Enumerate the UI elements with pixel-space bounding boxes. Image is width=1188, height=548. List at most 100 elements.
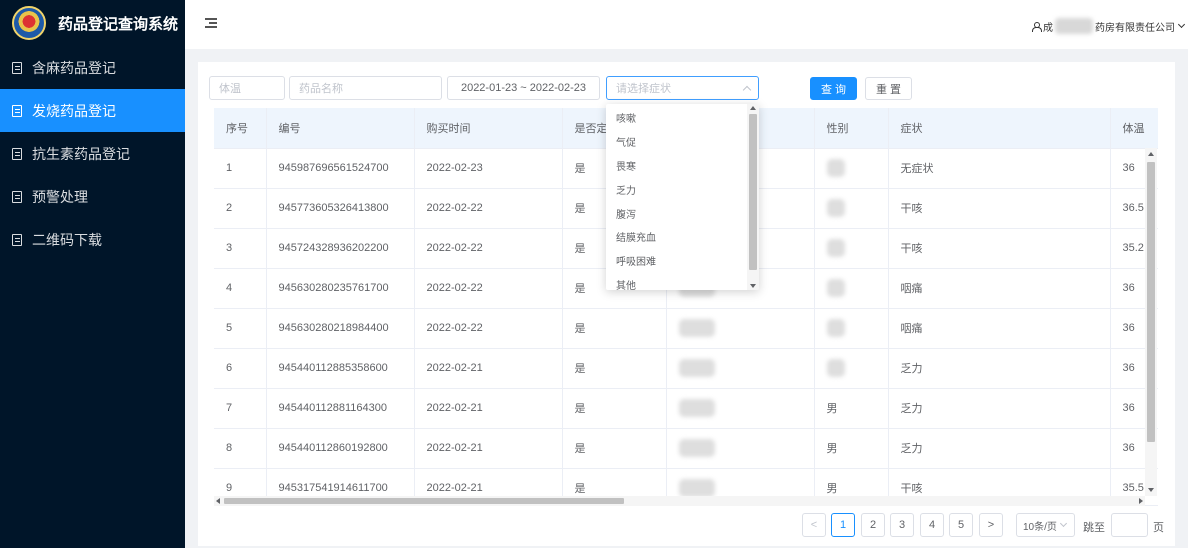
table-row[interactable]: 8 945440112860192800 2022-02-21 是 男 乏力 3… <box>214 428 1158 469</box>
next-page-button[interactable]: > <box>979 513 1003 537</box>
column-header[interactable]: 购买时间 <box>414 108 563 149</box>
cell-flag: 是 <box>562 348 667 389</box>
scrollbar-thumb[interactable] <box>749 114 757 270</box>
scroll-down-arrow-icon[interactable] <box>1148 488 1154 492</box>
symptom-option[interactable]: 腹泻 <box>606 201 759 225</box>
cell-time: 2022-02-21 <box>414 388 563 429</box>
symptom-dropdown: 咳嗽 气促 畏寒 乏力 腹泻 结膜充血 呼吸困难 其他 <box>606 104 759 290</box>
cell-flag: 是 <box>562 308 667 349</box>
cell-time: 2022-02-22 <box>414 308 563 349</box>
symptom-option[interactable]: 畏寒 <box>606 154 759 178</box>
cell-gender <box>814 308 889 349</box>
police-emblem-logo <box>12 6 46 40</box>
page-button-2[interactable]: 2 <box>861 513 885 537</box>
symptom-option[interactable]: 呼吸困难 <box>606 249 759 273</box>
table-vertical-scrollbar[interactable] <box>1145 148 1157 496</box>
column-header[interactable]: 编号 <box>266 108 415 149</box>
cell-time: 2022-02-21 <box>414 348 563 389</box>
column-header[interactable]: 体温 <box>1110 108 1158 149</box>
scroll-left-arrow-icon[interactable] <box>216 498 220 504</box>
redacted-block <box>826 279 845 297</box>
user-menu[interactable]: 成 药房有限责任公司 <box>1031 18 1186 34</box>
symptom-option[interactable]: 其他 <box>606 273 759 290</box>
jump-page-input[interactable] <box>1111 513 1148 537</box>
document-icon <box>12 190 22 203</box>
cell-redacted <box>666 348 815 389</box>
table-row[interactable]: 7 945440112881164300 2022-02-21 是 男 乏力 3… <box>214 388 1158 429</box>
cell-gender <box>814 188 889 229</box>
cell-index: 6 <box>214 348 267 389</box>
redacted-block <box>826 359 845 377</box>
page-size-select[interactable]: 10条/页 <box>1016 513 1075 537</box>
sidebar-item-fever-registration[interactable]: 发烧药品登记 <box>0 89 185 132</box>
scroll-down-arrow-icon[interactable] <box>750 284 756 288</box>
symptom-option[interactable]: 结膜充血 <box>606 225 759 249</box>
cell-gender: 男 <box>814 388 889 429</box>
redacted-block <box>678 359 715 377</box>
cell-symptom: 干咳 <box>888 228 1111 269</box>
column-header[interactable]: 序号 <box>214 108 267 149</box>
dropdown-scrollbar[interactable] <box>747 104 759 290</box>
symptom-option[interactable]: 气促 <box>606 130 759 154</box>
cell-flag: 是 <box>562 388 667 429</box>
sidebar-item-warning[interactable]: 预警处理 <box>0 175 185 218</box>
sidebar-item-label: 预警处理 <box>32 188 88 205</box>
cell-index: 1 <box>214 148 267 189</box>
cell-code: 945440112885358600 <box>266 348 415 389</box>
cell-index: 5 <box>214 308 267 349</box>
cell-redacted <box>666 428 815 469</box>
cell-code: 945440112881164300 <box>266 388 415 429</box>
column-header[interactable]: 性别 <box>814 108 889 149</box>
temperature-input[interactable]: 体温 <box>209 76 285 100</box>
menu-fold-icon[interactable] <box>205 18 217 28</box>
reset-button[interactable]: 重 置 <box>865 77 912 100</box>
table-row[interactable]: 6 945440112885358600 2022-02-21 是 乏力 36 <box>214 348 1158 389</box>
redacted-block <box>678 479 715 497</box>
page-button-1[interactable]: 1 <box>831 513 855 537</box>
user-name-suffix: 药房有限责任公司 <box>1095 22 1175 34</box>
brand: 药品登记查询系统 <box>0 0 185 46</box>
prev-page-button[interactable]: < <box>802 513 826 537</box>
scrollbar-thumb[interactable] <box>1147 162 1155 442</box>
sidebar-item-label: 二维码下载 <box>32 231 102 248</box>
search-button[interactable]: 查 询 <box>810 77 857 100</box>
cell-symptom: 无症状 <box>888 148 1111 189</box>
sidebar: 药品登记查询系统 含麻药品登记 发烧药品登记 抗生素药品登记 预警处理 二维码下… <box>0 0 185 548</box>
table-row[interactable]: 5 945630280218984400 2022-02-22 是 咽痛 36 <box>214 308 1158 349</box>
app-title: 药品登记查询系统 <box>58 15 179 33</box>
drug-name-input[interactable]: 药品名称 <box>289 76 442 100</box>
top-header: 成 药房有限责任公司 <box>185 0 1188 49</box>
scroll-right-arrow-icon[interactable] <box>1139 498 1143 504</box>
symptom-option[interactable]: 乏力 <box>606 177 759 201</box>
scroll-up-arrow-icon[interactable] <box>750 106 756 110</box>
page-size-value: 10条/页 <box>1023 521 1057 533</box>
scroll-up-arrow-icon[interactable] <box>1148 152 1154 156</box>
page-button-4[interactable]: 4 <box>920 513 944 537</box>
symptom-select[interactable]: 请选择症状 <box>606 76 759 100</box>
cell-time: 2022-02-23 <box>414 148 563 189</box>
page-button-5[interactable]: 5 <box>949 513 973 537</box>
cell-index: 8 <box>214 428 267 469</box>
jump-label: 跳至 <box>1083 522 1105 534</box>
cell-gender <box>814 268 889 309</box>
page-button-3[interactable]: 3 <box>890 513 914 537</box>
table-horizontal-scrollbar[interactable] <box>214 496 1145 506</box>
symptom-option[interactable]: 咳嗽 <box>606 106 759 130</box>
date-range-picker[interactable]: 2022-01-23 ~ 2022-02-23 <box>447 76 600 100</box>
scrollbar-thumb[interactable] <box>224 498 624 504</box>
sidebar-item-narcotic-registration[interactable]: 含麻药品登记 <box>0 46 185 89</box>
cell-index: 4 <box>214 268 267 309</box>
cell-redacted <box>666 308 815 349</box>
cell-index: 2 <box>214 188 267 229</box>
redacted-name <box>1055 18 1093 34</box>
sidebar-item-label: 发烧药品登记 <box>32 102 116 119</box>
cell-symptom: 咽痛 <box>888 268 1111 309</box>
column-header[interactable]: 症状 <box>888 108 1111 149</box>
document-icon <box>12 104 22 117</box>
sidebar-item-qrcode[interactable]: 二维码下载 <box>0 218 185 261</box>
cell-time: 2022-02-22 <box>414 188 563 229</box>
sidebar-item-antibiotic-registration[interactable]: 抗生素药品登记 <box>0 132 185 175</box>
document-icon <box>12 147 22 160</box>
temperature-placeholder: 体温 <box>219 83 241 95</box>
cell-symptom: 咽痛 <box>888 308 1111 349</box>
